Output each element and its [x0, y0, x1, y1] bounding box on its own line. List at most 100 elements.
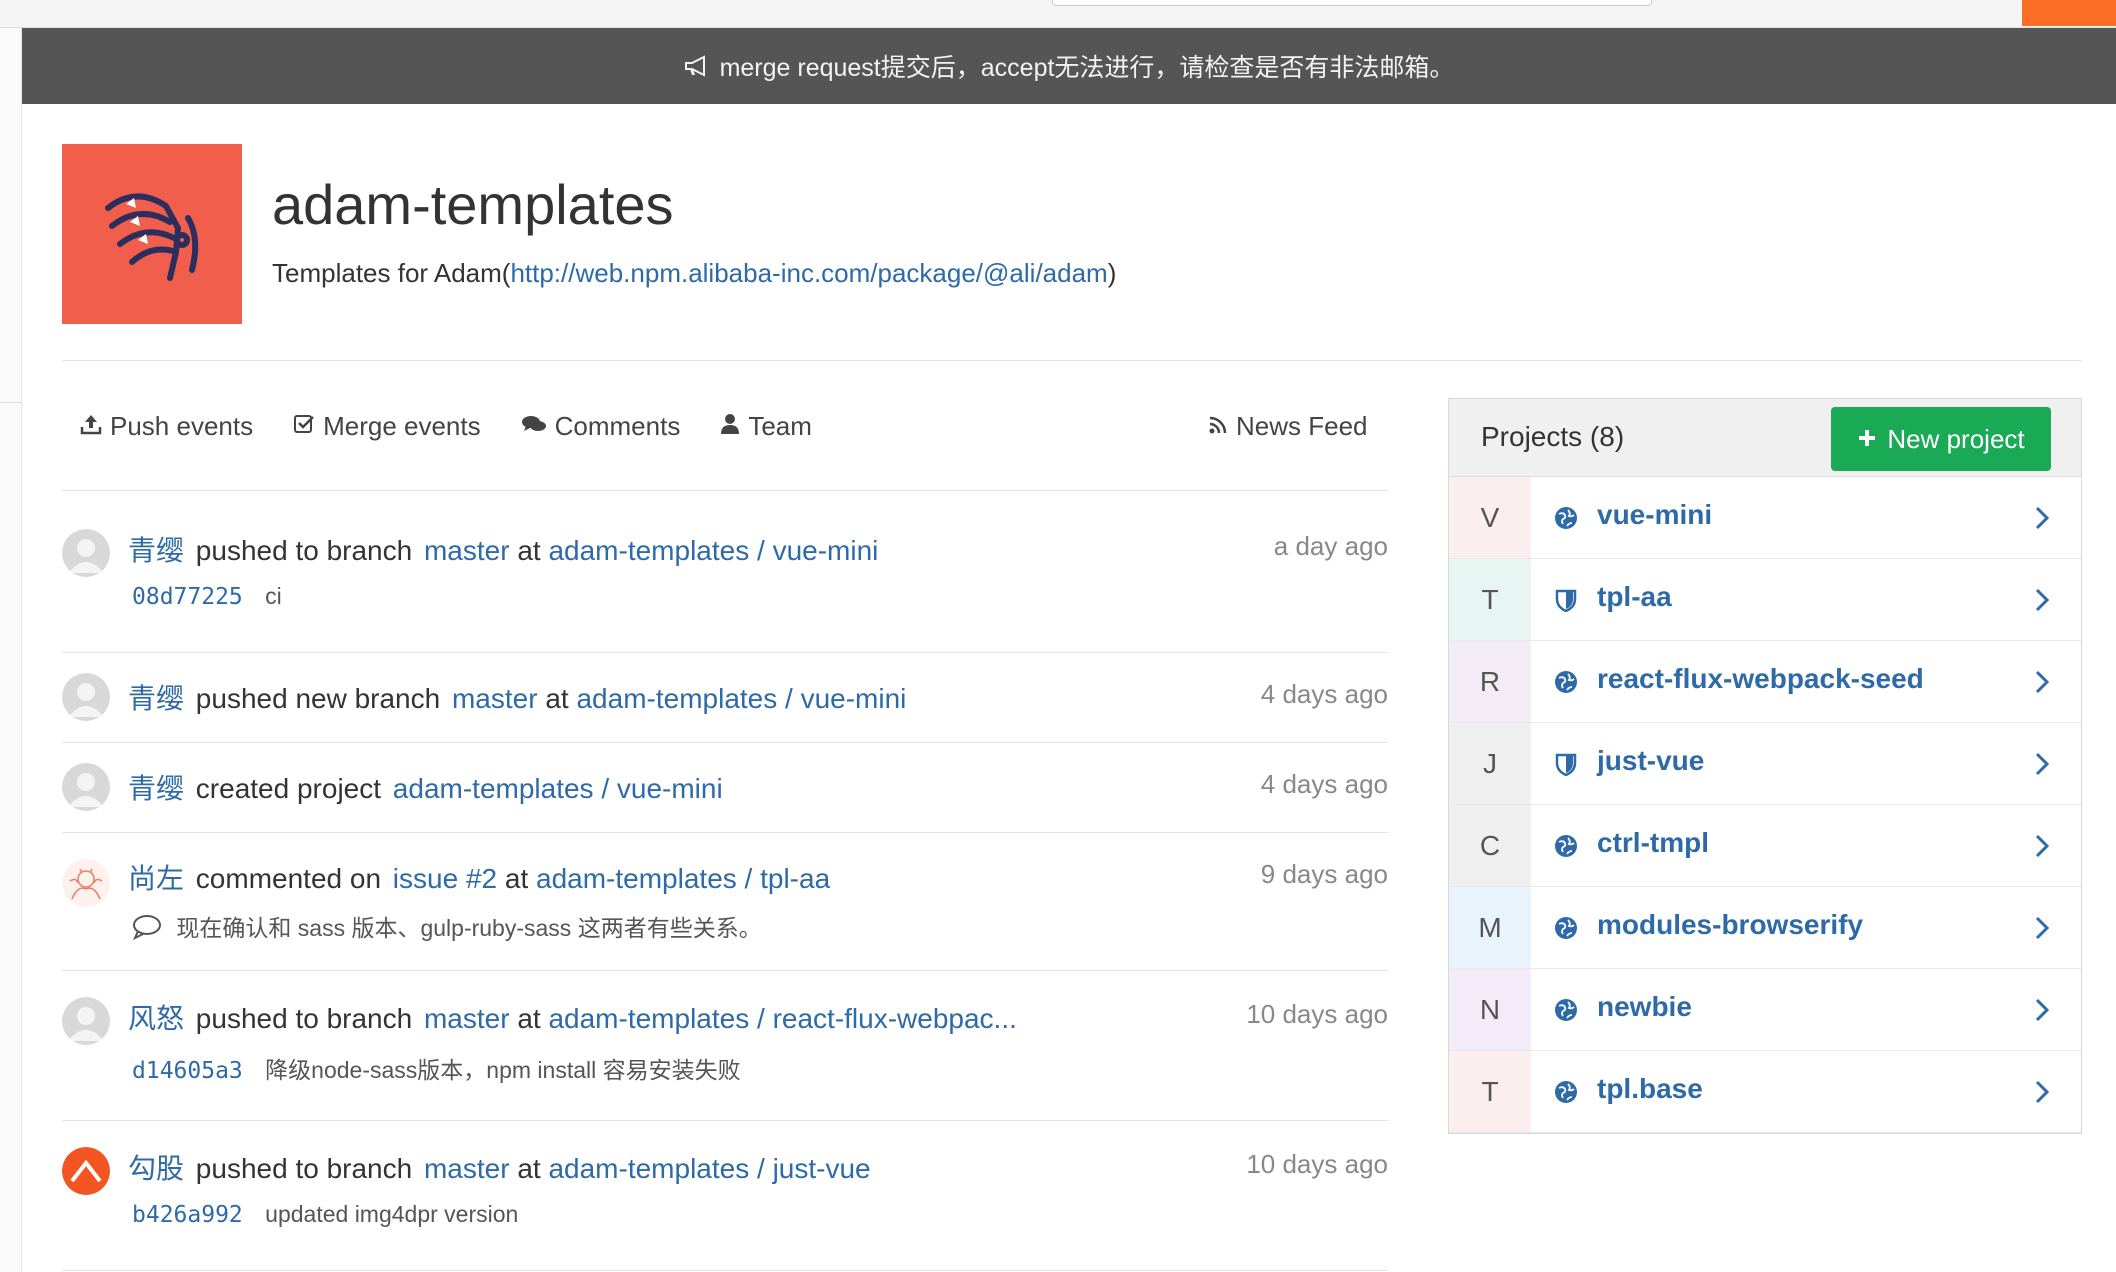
- event-time: 4 days ago: [1260, 769, 1388, 799]
- comment-text: 现在确认和 sass 版本、gulp-ruby-sass 这两者有些关系。: [176, 915, 762, 941]
- event-action: pushed to branch: [195, 1003, 413, 1034]
- filter-push-events[interactable]: Push events: [80, 411, 253, 442]
- project-letter: C: [1449, 805, 1531, 886]
- commit-sha[interactable]: b426a992: [132, 1202, 243, 1228]
- group-description: Templates for Adam(http://web.npm.alibab…: [272, 258, 1116, 289]
- project-name[interactable]: ctrl-tmpl: [1597, 827, 1709, 859]
- project-name[interactable]: tpl-aa: [1597, 581, 1672, 613]
- top-bar: [0, 0, 2116, 28]
- event-at: at: [517, 535, 541, 566]
- event-project[interactable]: adam-templates / tpl-aa: [536, 863, 830, 894]
- projects-header: Projects (8) New project: [1449, 399, 2081, 477]
- event-item: 风怒 pushed to branch master at adam-templ…: [62, 971, 1388, 1121]
- event-author[interactable]: 青缨: [128, 535, 184, 566]
- filter-label: Push events: [110, 410, 254, 441]
- plus-icon: [1857, 424, 1877, 455]
- event-item: 青缨 pushed new branch master at adam-temp…: [62, 653, 1388, 743]
- filter-label: Team: [748, 410, 812, 441]
- event-author[interactable]: 风怒: [128, 1003, 184, 1034]
- description-link[interactable]: http://web.npm.alibaba-inc.com/package/@…: [510, 258, 1107, 288]
- project-row[interactable]: Ttpl-aa: [1449, 559, 2081, 641]
- news-feed-link[interactable]: News Feed: [1208, 404, 1368, 448]
- project-name[interactable]: react-flux-webpack-seed: [1597, 663, 1924, 695]
- avatar[interactable]: [62, 763, 110, 811]
- avatar[interactable]: [62, 859, 110, 907]
- event-commit: d14605a3 降级node-sass版本，npm install 容易安装失…: [132, 1051, 741, 1085]
- event-ref[interactable]: master: [452, 683, 538, 714]
- filter-label: Merge events: [323, 410, 481, 441]
- event-ref[interactable]: issue #2: [393, 863, 497, 894]
- project-name[interactable]: modules-browserify: [1597, 909, 1863, 941]
- project-name[interactable]: newbie: [1597, 991, 1692, 1023]
- chevron-right-icon: [2033, 751, 2053, 777]
- event-item: 青缨 created project adam-templates / vue-…: [62, 743, 1388, 833]
- avatar[interactable]: [62, 673, 110, 721]
- event-time: 4 days ago: [1260, 679, 1388, 709]
- event-author[interactable]: 尚左: [128, 863, 184, 894]
- description-prefix: Templates for Adam(: [272, 258, 511, 288]
- project-name[interactable]: just-vue: [1597, 745, 1704, 777]
- event-action: commented on: [195, 863, 382, 894]
- globe-icon: [1553, 997, 1579, 1023]
- event-time: 10 days ago: [1246, 999, 1388, 1029]
- project-row[interactable]: Nnewbie: [1449, 969, 2081, 1051]
- chevron-right-icon: [2033, 915, 2053, 941]
- avatar[interactable]: [62, 529, 110, 577]
- event-action: pushed to branch: [195, 535, 413, 566]
- project-row[interactable]: Cctrl-tmpl: [1449, 805, 2081, 887]
- brand-badge[interactable]: [2022, 0, 2116, 26]
- event-project[interactable]: adam-templates / vue-mini: [548, 535, 878, 566]
- event-action: pushed new branch: [195, 683, 441, 714]
- globe-icon: [1553, 833, 1579, 859]
- event-time: a day ago: [1273, 531, 1388, 561]
- new-project-button[interactable]: New project: [1831, 407, 2051, 471]
- bullhorn-icon: [684, 55, 710, 77]
- event-project[interactable]: adam-templates / react-flux-webpac...: [548, 1003, 1016, 1034]
- left-sidebar-edge: [0, 28, 22, 1272]
- project-name[interactable]: vue-mini: [1597, 499, 1712, 531]
- project-letter: R: [1449, 641, 1531, 722]
- broadcast-text: merge request提交后，accept无法进行，请检查是否有非法邮箱。: [719, 54, 1455, 82]
- project-row[interactable]: Ttpl.base: [1449, 1051, 2081, 1133]
- project-name[interactable]: tpl.base: [1597, 1073, 1703, 1105]
- event-item: 勾股 pushed to branch master at adam-templ…: [62, 1121, 1388, 1271]
- project-letter: N: [1449, 969, 1531, 1050]
- globe-icon: [1553, 669, 1579, 695]
- search-input[interactable]: [1052, 0, 1652, 6]
- event-ref[interactable]: master: [424, 1003, 510, 1034]
- divider: [62, 360, 2082, 361]
- project-letter: T: [1449, 559, 1531, 640]
- event-author[interactable]: 青缨: [128, 683, 184, 714]
- chevron-right-icon: [2033, 833, 2053, 859]
- event-filters: Push events Merge events Comments Team: [80, 404, 812, 448]
- avatar[interactable]: [62, 997, 110, 1045]
- event-line: 青缨 pushed new branch master at adam-temp…: [128, 677, 906, 717]
- event-item: 青缨 pushed to branch master at adam-templ…: [62, 491, 1388, 653]
- filter-comments[interactable]: Comments: [521, 411, 680, 442]
- event-project[interactable]: adam-templates / vue-mini: [393, 773, 723, 804]
- event-author[interactable]: 青缨: [128, 773, 184, 804]
- event-project[interactable]: adam-templates / just-vue: [548, 1153, 870, 1184]
- event-ref[interactable]: master: [424, 535, 510, 566]
- commit-message: 降级node-sass版本，npm install 容易安装失败: [265, 1057, 741, 1083]
- project-row[interactable]: Jjust-vue: [1449, 723, 2081, 805]
- chevron-right-icon: [2033, 505, 2053, 531]
- avatar[interactable]: [62, 1147, 110, 1195]
- filter-merge-events[interactable]: Merge events: [293, 411, 481, 442]
- filter-team[interactable]: Team: [720, 411, 812, 442]
- project-row[interactable]: Rreact-flux-webpack-seed: [1449, 641, 2081, 723]
- event-project[interactable]: adam-templates / vue-mini: [576, 683, 906, 714]
- news-feed-label: News Feed: [1236, 410, 1368, 441]
- event-comment: 现在确认和 sass 版本、gulp-ruby-sass 这两者有些关系。: [132, 909, 762, 946]
- group-logo-icon: [105, 193, 199, 281]
- event-line: 尚左 commented on issue #2 at adam-templat…: [128, 857, 830, 897]
- commit-sha[interactable]: 08d77225: [132, 584, 243, 610]
- project-row[interactable]: Vvue-mini: [1449, 477, 2081, 559]
- project-row[interactable]: Mmodules-browserify: [1449, 887, 2081, 969]
- commit-sha[interactable]: d14605a3: [132, 1058, 243, 1084]
- event-time: 10 days ago: [1246, 1149, 1388, 1179]
- upload-icon: [80, 411, 102, 442]
- event-author[interactable]: 勾股: [128, 1153, 184, 1184]
- event-ref[interactable]: master: [424, 1153, 510, 1184]
- event-line: 风怒 pushed to branch master at adam-templ…: [128, 997, 1017, 1037]
